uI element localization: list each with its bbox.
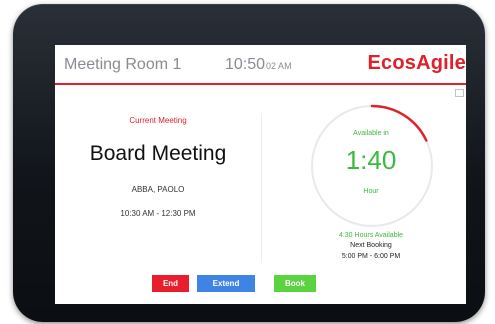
expand-icon[interactable] xyxy=(455,89,464,97)
meeting-title: Board Meeting xyxy=(89,142,227,165)
extend-button[interactable]: Extend xyxy=(197,275,255,292)
panel-divider xyxy=(261,113,262,263)
end-button[interactable]: End xyxy=(152,275,189,292)
next-booking-label: Next Booking xyxy=(350,242,392,249)
current-time: 10:5002 AM xyxy=(225,56,292,74)
available-in-label: Available in xyxy=(353,130,389,137)
time-ampm: 02 AM xyxy=(266,61,292,71)
current-meeting-label: Current Meeting xyxy=(129,116,187,125)
header-divider xyxy=(55,83,466,85)
next-booking-time: 5:00 PM - 6:00 PM xyxy=(341,253,401,260)
time-value: 10:50 xyxy=(225,56,266,73)
available-countdown: 1:40 xyxy=(345,145,397,175)
hours-available: 4:30 Hours Available xyxy=(338,232,404,239)
tablet-device: Meeting Room 1 10:5002 AM EcosAgile Curr… xyxy=(13,4,485,322)
meeting-organizer: ABBA, PAOLO xyxy=(131,185,185,194)
meeting-time-range: 10:30 AM - 12:30 PM xyxy=(120,209,196,218)
room-name: Meeting Room 1 xyxy=(64,56,182,73)
book-button[interactable]: Book xyxy=(274,275,316,292)
brand-logo: EcosAgile xyxy=(367,52,466,74)
header-bar: Meeting Room 1 10:5002 AM EcosAgile xyxy=(55,45,466,83)
room-display-screen: Meeting Room 1 10:5002 AM EcosAgile Curr… xyxy=(55,45,466,304)
countdown-unit: Hour xyxy=(363,188,379,195)
